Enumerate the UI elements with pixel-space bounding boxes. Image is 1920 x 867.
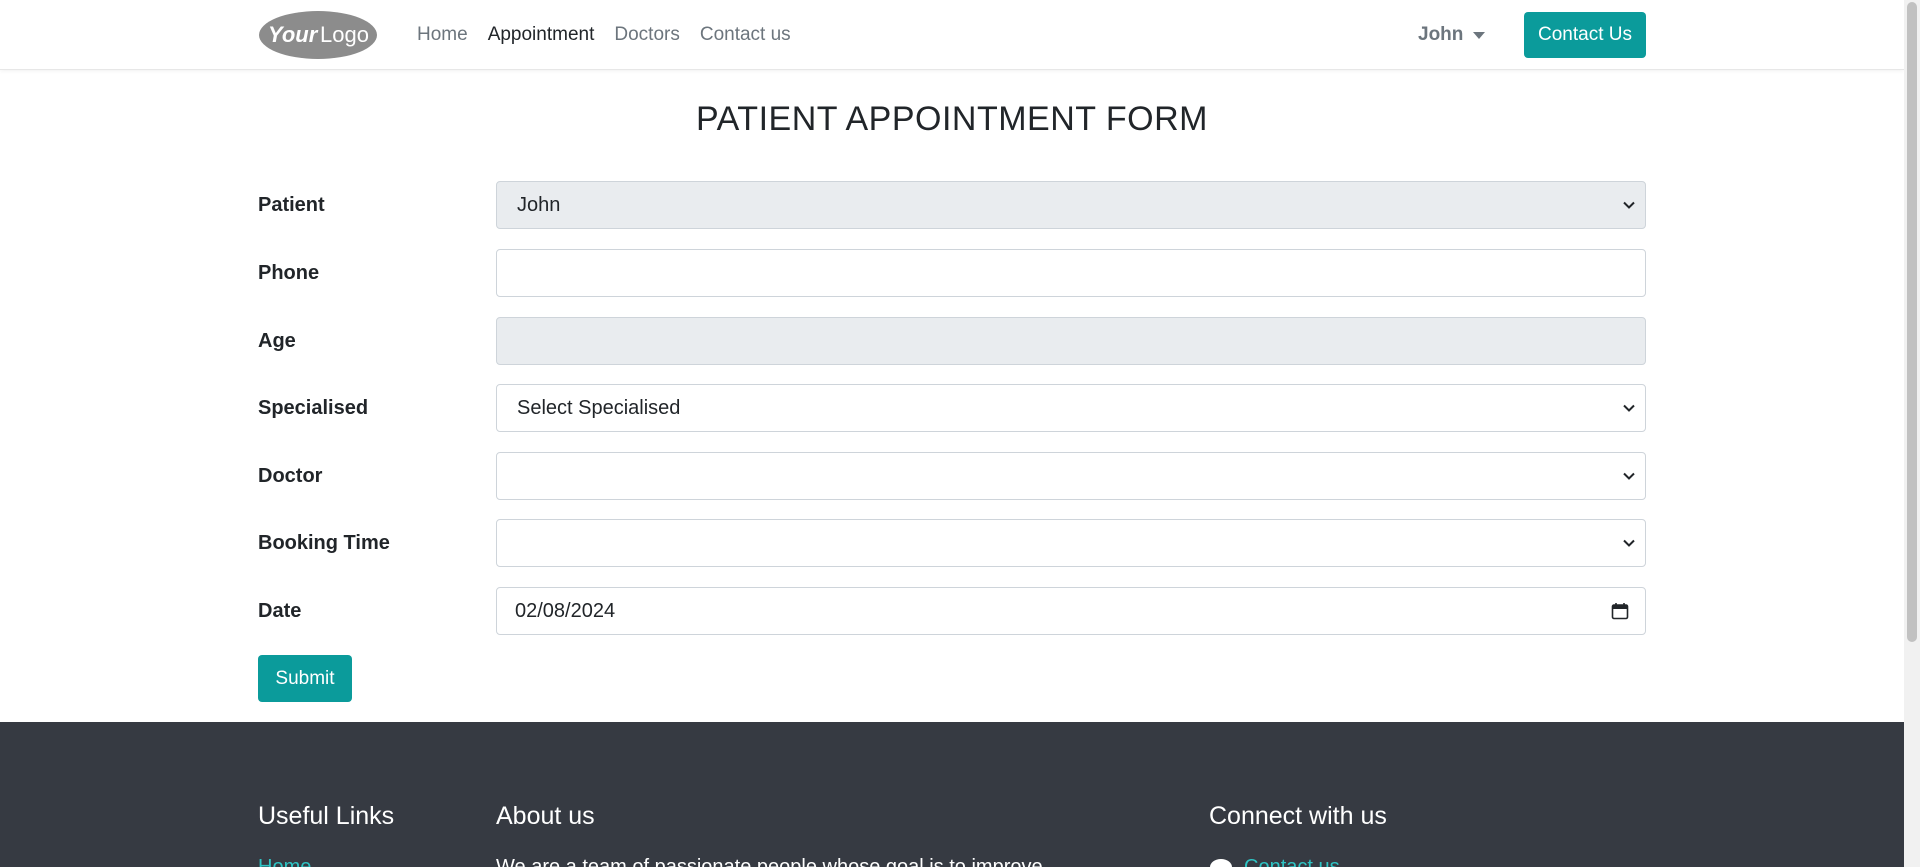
nav-home[interactable]: Home [417, 24, 468, 46]
footer-connect-heading: Connect with us [1209, 802, 1387, 830]
logo[interactable]: Your Logo [258, 10, 378, 60]
date-row: Date 02/08/2024 [258, 587, 1646, 635]
chevron-down-icon [1623, 472, 1635, 480]
booking-time-label: Booking Time [258, 532, 390, 554]
comment-icon [1210, 859, 1232, 867]
footer-about-text: We are a team of passionate people whose… [496, 856, 1043, 867]
page-title: PATIENT APPOINTMENT FORM [696, 100, 1208, 138]
age-input [496, 317, 1646, 365]
doctor-label: Doctor [258, 465, 323, 487]
logo-text-light: Logo [320, 22, 369, 47]
footer: Useful Links Home About us We are a team… [0, 722, 1904, 867]
footer-useful-links-heading: Useful Links [258, 802, 395, 830]
specialised-value: Select Specialised [517, 397, 681, 419]
patient-value: John [517, 194, 561, 216]
phone-row: Phone [258, 249, 1646, 297]
scrollbar-thumb[interactable] [1907, 2, 1917, 642]
nav-doctors[interactable]: Doctors [614, 24, 679, 46]
caret-down-icon [1473, 31, 1486, 39]
age-label: Age [258, 330, 296, 352]
nav-contact-us[interactable]: Contact us [700, 24, 791, 46]
footer-about-heading: About us [496, 802, 595, 830]
chevron-down-icon [1623, 404, 1635, 412]
booking-time-row: Booking Time [258, 519, 1646, 567]
nav-appointment[interactable]: Appointment [488, 24, 595, 46]
date-label: Date [258, 600, 302, 622]
date-input[interactable]: 02/08/2024 [496, 587, 1646, 635]
footer-home-link[interactable]: Home [258, 856, 311, 867]
patient-row: Patient John [258, 181, 1646, 229]
specialised-select[interactable]: Select Specialised [496, 384, 1646, 432]
specialised-label: Specialised [258, 397, 369, 419]
logo-text-bold: Your [268, 22, 319, 47]
user-dropdown[interactable]: John [1418, 0, 1486, 70]
date-value: 02/08/2024 [515, 600, 616, 622]
contact-us-button[interactable]: Contact Us [1524, 12, 1646, 58]
doctor-select[interactable] [496, 452, 1646, 500]
main-nav: Home Appointment Doctors Contact us [417, 0, 811, 70]
phone-label: Phone [258, 262, 320, 284]
specialised-row: Specialised Select Specialised [258, 384, 1646, 432]
age-row: Age [258, 317, 1646, 365]
submit-button[interactable]: Submit [258, 655, 352, 702]
phone-input[interactable] [496, 249, 1646, 297]
patient-label: Patient [258, 194, 325, 216]
booking-time-select[interactable] [496, 519, 1646, 567]
footer-contact-link[interactable]: Contact us [1244, 856, 1340, 867]
chevron-down-icon [1623, 539, 1635, 547]
calendar-icon[interactable] [1611, 602, 1629, 620]
doctor-row: Doctor [258, 452, 1646, 500]
top-navbar: Your Logo Home Appointment Doctors Conta… [0, 0, 1904, 70]
chevron-down-icon [1623, 201, 1635, 209]
user-name: John [1418, 24, 1464, 45]
patient-select[interactable]: John [496, 181, 1646, 229]
